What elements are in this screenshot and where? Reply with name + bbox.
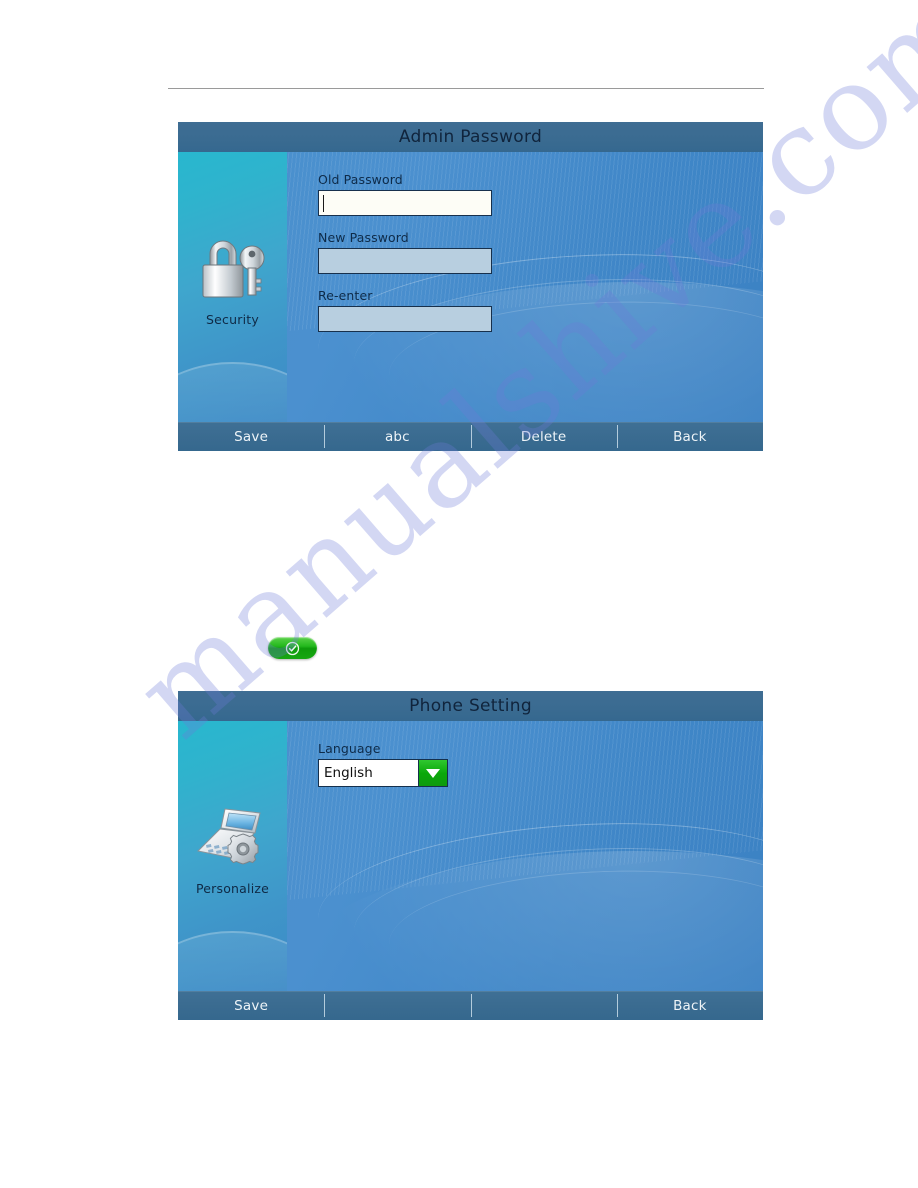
softkey-save-button[interactable]: Save: [178, 991, 324, 1020]
padlock-key-icon: [194, 232, 272, 306]
sidebar-item-label: Security: [206, 312, 259, 327]
softkey-toolbar: Save Back: [178, 991, 763, 1020]
decorative-wave: [350, 836, 763, 991]
language-select-value: English: [324, 765, 373, 781]
decorative-wave: [313, 807, 763, 991]
decorative-wave: [386, 863, 763, 991]
sidebar-security[interactable]: Security: [178, 152, 287, 422]
screen-body: Security Old Password New Password Re-en…: [178, 152, 763, 422]
screen-body: Personalize Language English: [178, 721, 763, 991]
field-label: Re-enter: [318, 288, 373, 303]
field-group-reenter-password: Re-enter: [318, 288, 558, 332]
softkey-empty-slot-1[interactable]: [324, 991, 470, 1020]
softkey-save-button[interactable]: Save: [178, 422, 324, 451]
password-form: Old Password New Password Re-enter: [318, 172, 558, 346]
field-group-new-password: New Password: [318, 230, 558, 274]
softkey-delete-button[interactable]: Delete: [470, 422, 617, 451]
sidebar-curve-decoration: [178, 931, 287, 991]
sidebar-personalize[interactable]: Personalize: [178, 721, 287, 991]
screen-titlebar: Phone Setting: [178, 691, 763, 721]
text-caret: [323, 195, 324, 212]
softkey-empty-slot-2[interactable]: [470, 991, 617, 1020]
page-header-rule: [168, 88, 764, 89]
field-group-old-password: Old Password: [318, 172, 558, 216]
old-password-input[interactable]: [318, 190, 492, 216]
phone-screenshot-phone-setting: Phone Setting Personalize Language Engli…: [178, 691, 763, 1045]
softkey-back-button[interactable]: Back: [616, 991, 763, 1020]
sidebar-curve-decoration: [178, 362, 287, 422]
softkey-back-button[interactable]: Back: [616, 422, 763, 451]
softkey-toolbar: Save abc Delete Back: [178, 422, 763, 451]
language-select[interactable]: English: [318, 759, 448, 787]
check-circle-icon: [285, 641, 300, 655]
field-label: New Password: [318, 230, 409, 245]
reenter-password-input[interactable]: [318, 306, 492, 332]
screen-titlebar: Admin Password: [178, 122, 763, 152]
field-label: Language: [318, 741, 381, 756]
page-title: Admin Password: [398, 127, 543, 147]
new-password-input[interactable]: [318, 248, 492, 274]
phone-gear-icon: [194, 801, 272, 875]
status-badge: [268, 637, 317, 659]
phone-screenshot-admin-password: Admin Password Security Old Password New…: [178, 122, 763, 475]
page-title: Phone Setting: [409, 696, 532, 716]
chevron-down-icon[interactable]: [418, 760, 447, 786]
language-form: Language English: [318, 741, 558, 801]
softkey-abc-button[interactable]: abc: [324, 422, 470, 451]
sidebar-item-label: Personalize: [195, 881, 270, 896]
field-group-language: Language English: [318, 741, 558, 787]
field-label: Old Password: [318, 172, 403, 187]
